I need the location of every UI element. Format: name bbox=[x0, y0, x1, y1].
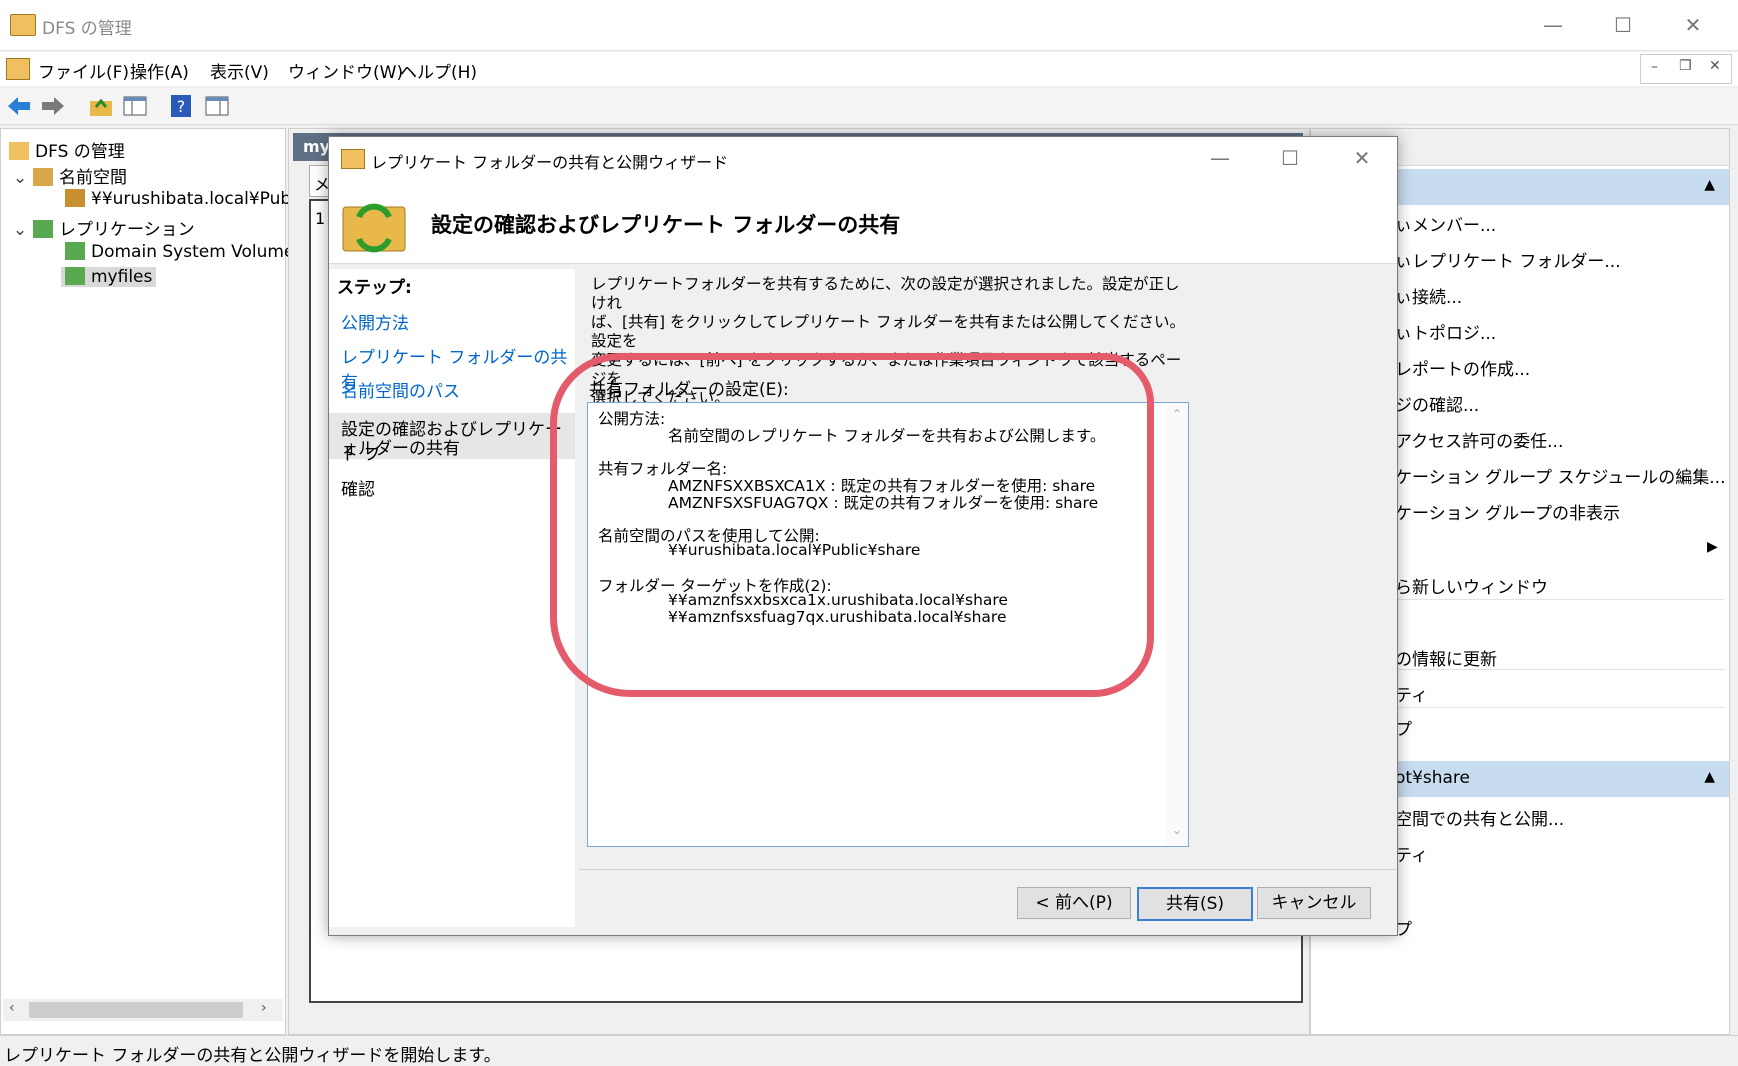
child-window-controls: – ❐ ✕ bbox=[1640, 54, 1732, 84]
action-properties-2[interactable]: ティ bbox=[1395, 841, 1428, 866]
svg-text:?: ? bbox=[177, 97, 186, 116]
tree-namespaces[interactable]: ⌄ 名前空間 bbox=[13, 163, 127, 188]
divider bbox=[1395, 599, 1725, 600]
menu-action[interactable]: 操作(A) bbox=[130, 58, 189, 83]
help-icon[interactable]: ? bbox=[168, 93, 194, 119]
share-button[interactable]: 共有(S) bbox=[1137, 887, 1253, 921]
tree-domain-system-volume[interactable]: Domain System Volume bbox=[65, 242, 294, 262]
steps-label: ステップ: bbox=[337, 278, 412, 298]
action-delegate-permissions[interactable]: アクセス許可の委任... bbox=[1395, 427, 1563, 452]
collapse-up-icon[interactable]: ▲ bbox=[1704, 177, 1715, 193]
action-refresh[interactable]: の情報に更新 bbox=[1395, 645, 1497, 670]
main-title-bar: DFS の管理 — ☐ ✕ bbox=[0, 0, 1738, 51]
menu-bar: ファイル(F) 操作(A) 表示(V) ウィンドウ(W) ヘルプ(H) – ❐ … bbox=[0, 52, 1738, 86]
dialog-header: 設定の確認およびレプリケート フォルダーの共有 bbox=[329, 179, 1397, 264]
step-confirm: 確認 bbox=[341, 480, 375, 500]
back-arrow-icon[interactable] bbox=[6, 93, 32, 119]
scroll-right-icon[interactable]: › bbox=[261, 1000, 267, 1016]
window-title: DFS の管理 bbox=[42, 19, 132, 39]
divider bbox=[1395, 707, 1725, 708]
dfs-icon bbox=[9, 142, 29, 160]
chevron-down-icon[interactable]: ⌄ bbox=[13, 168, 33, 188]
scroll-thumb[interactable] bbox=[29, 1002, 243, 1018]
action-new-replicated-folder[interactable]: ぃレプリケート フォルダー... bbox=[1395, 247, 1621, 272]
button-divider bbox=[579, 869, 1397, 870]
replication-icon bbox=[33, 220, 53, 238]
action-create-report[interactable]: レポートの作成... bbox=[1395, 355, 1530, 380]
replication-wizard-icon bbox=[342, 203, 406, 253]
tree-replication[interactable]: ⌄ レプリケーション bbox=[13, 215, 195, 240]
results-row-fragment: 1 bbox=[315, 209, 326, 228]
action-new-window[interactable]: ら新しいウィンドウ bbox=[1395, 573, 1548, 598]
tree-root[interactable]: DFS の管理 bbox=[9, 137, 125, 162]
collapse-up-icon[interactable]: ▲ bbox=[1704, 769, 1715, 785]
tree-namespace-item[interactable]: ¥¥urushibata.local¥Publ bbox=[65, 189, 296, 209]
results-title-fragment: my bbox=[303, 137, 331, 156]
tree-horizontal-scrollbar[interactable]: ‹ › bbox=[3, 999, 283, 1021]
dialog-heading: 設定の確認およびレプリケート フォルダーの共有 bbox=[431, 213, 901, 237]
action-new-connection[interactable]: ぃ接続... bbox=[1395, 283, 1462, 308]
description-line: レプリケートフォルダーを共有するために、次の設定が選択されました。設定が正しけれ bbox=[591, 275, 1180, 312]
tree-replication-label: レプリケーション bbox=[59, 220, 195, 240]
chevron-down-icon[interactable]: ⌄ bbox=[13, 220, 33, 240]
maximize-button[interactable]: ☐ bbox=[1598, 10, 1648, 40]
child-minimize-icon[interactable]: – bbox=[1651, 59, 1658, 75]
tree-namespace-item-label: ¥¥urushibata.local¥Publ bbox=[91, 189, 296, 209]
show-tree-icon[interactable] bbox=[122, 93, 148, 119]
up-folder-icon[interactable] bbox=[88, 93, 114, 119]
steps-panel: ステップ: 公開方法 レプリケート フォルダーの共有 名前空間のパス 設定の確認… bbox=[329, 269, 575, 927]
replication-group-icon bbox=[65, 242, 85, 260]
child-restore-icon[interactable]: ❐ bbox=[1679, 58, 1692, 74]
mmc-icon bbox=[6, 58, 30, 80]
close-button[interactable]: ✕ bbox=[1668, 10, 1718, 40]
action-share-publish[interactable]: 空間での共有と公開... bbox=[1395, 805, 1564, 830]
toolbar: ? bbox=[0, 88, 1738, 125]
description-line: ば、[共有] をクリックしてレプリケート フォルダーを共有または公開してください… bbox=[591, 313, 1186, 350]
status-text: レプリケート フォルダーの共有と公開ウィザードを開始します。 bbox=[4, 1046, 501, 1066]
tree-root-label: DFS の管理 bbox=[35, 142, 125, 162]
dialog-minimize-button[interactable]: — bbox=[1195, 143, 1245, 173]
tree-dsv-label: Domain System Volume bbox=[91, 242, 295, 262]
dialog-close-button[interactable]: ✕ bbox=[1337, 143, 1387, 173]
action-properties[interactable]: ティ bbox=[1395, 681, 1428, 706]
minimize-button[interactable]: — bbox=[1528, 10, 1578, 40]
scroll-up-icon[interactable]: ⌃ bbox=[1172, 407, 1182, 421]
cancel-button[interactable]: キャンセル bbox=[1257, 887, 1371, 919]
namespace-icon bbox=[33, 168, 53, 186]
action-verify-propagation[interactable]: ジの確認... bbox=[1395, 391, 1479, 416]
tree-myfiles[interactable]: myfiles bbox=[61, 267, 157, 287]
step-publish-method[interactable]: 公開方法 bbox=[341, 309, 409, 334]
dialog-title: レプリケート フォルダーの共有と公開ウィザード bbox=[371, 153, 729, 172]
back-button[interactable]: < 前へ(P) bbox=[1017, 887, 1131, 919]
tree-myfiles-label: myfiles bbox=[91, 267, 153, 287]
forward-arrow-icon[interactable] bbox=[40, 93, 66, 119]
menu-window[interactable]: ウィンドウ(W) bbox=[288, 58, 403, 83]
menu-view[interactable]: 表示(V) bbox=[210, 58, 269, 83]
dfs-app-icon bbox=[10, 14, 36, 36]
step-namespace-path[interactable]: 名前空間のパス bbox=[341, 377, 460, 402]
menu-help[interactable]: ヘルプ(H) bbox=[400, 58, 477, 83]
settings-vertical-scrollbar[interactable]: ⌃ ⌄ bbox=[1166, 403, 1188, 846]
replication-group-icon bbox=[65, 267, 85, 285]
action-hide-group[interactable]: ケーション グループの非表示 bbox=[1395, 499, 1620, 524]
submenu-arrow-icon[interactable]: ▶ bbox=[1707, 539, 1718, 555]
dialog-maximize-button[interactable]: ☐ bbox=[1265, 143, 1315, 173]
dialog-title-bar: レプリケート フォルダーの共有と公開ウィザード — ☐ ✕ bbox=[329, 137, 1397, 179]
scroll-left-icon[interactable]: ‹ bbox=[9, 1000, 15, 1016]
wizard-app-icon bbox=[341, 149, 365, 169]
step-current-line2: ォルダーの共有 bbox=[341, 439, 460, 459]
section-title: ot¥share bbox=[1395, 768, 1471, 788]
action-edit-schedule[interactable]: ケーション グループ スケジュールの編集... bbox=[1395, 463, 1725, 488]
scroll-down-icon[interactable]: ⌄ bbox=[1172, 823, 1182, 837]
action-pane-icon[interactable] bbox=[204, 93, 230, 119]
console-tree: DFS の管理 ⌄ 名前空間 ¥¥urushibata.local¥Publ ⌄ レ… bbox=[0, 128, 296, 1035]
annotation-highlight bbox=[550, 353, 1154, 697]
action-new-topology[interactable]: ぃトポロジ... bbox=[1395, 319, 1496, 344]
child-close-icon[interactable]: ✕ bbox=[1709, 58, 1721, 74]
tree-namespaces-label: 名前空間 bbox=[59, 168, 127, 188]
menu-file[interactable]: ファイル(F) bbox=[38, 58, 129, 83]
status-bar: レプリケート フォルダーの共有と公開ウィザードを開始します。 bbox=[0, 1035, 1738, 1066]
action-new-member[interactable]: ぃメンバー... bbox=[1395, 211, 1496, 236]
namespace-root-icon bbox=[65, 189, 85, 207]
